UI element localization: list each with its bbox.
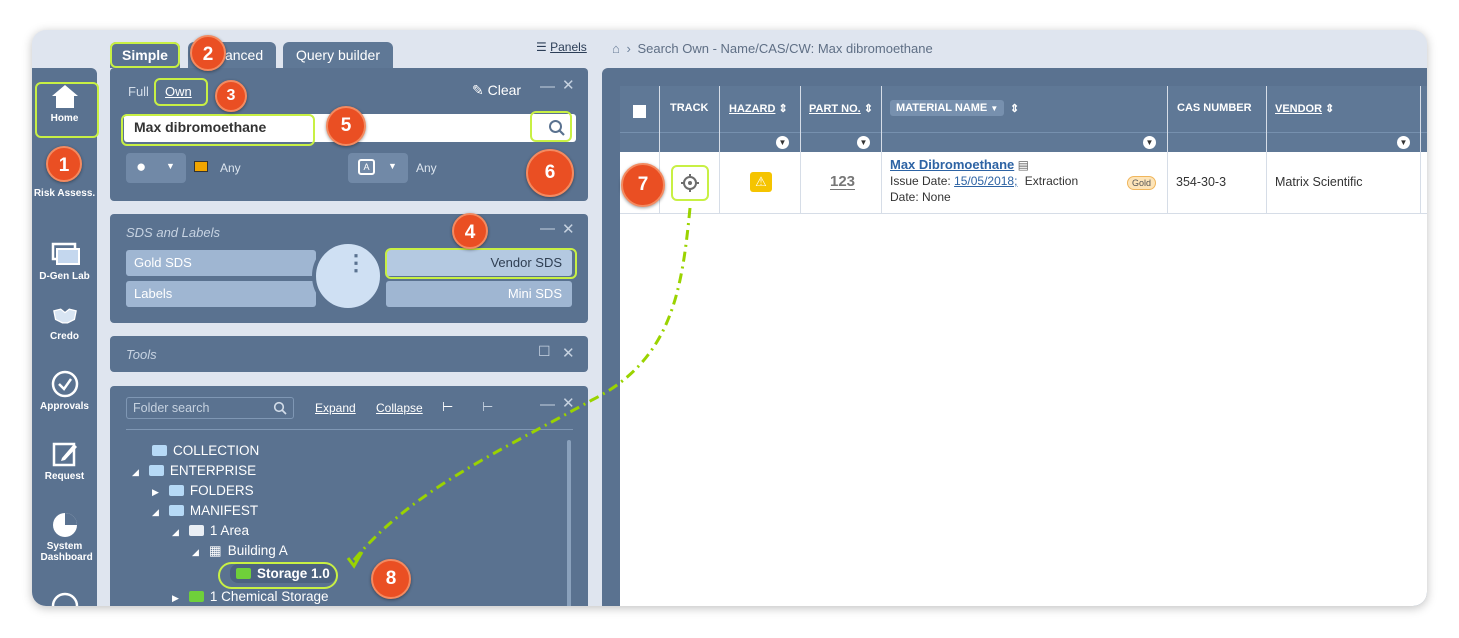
app-window: Home Risk Assess. D-Gen Lab Credo Approv… <box>32 30 1427 606</box>
callout-badge: 7 <box>621 163 665 207</box>
callout-badge: 3 <box>215 80 247 112</box>
callout-badge: 4 <box>452 213 488 249</box>
callout-badge: 1 <box>46 146 82 182</box>
callout-badge: 5 <box>326 106 366 146</box>
callout-badge: 8 <box>371 559 411 599</box>
callout-badge: 6 <box>526 149 574 197</box>
callout-badge: 2 <box>190 35 226 71</box>
drag-arrow <box>346 207 692 569</box>
